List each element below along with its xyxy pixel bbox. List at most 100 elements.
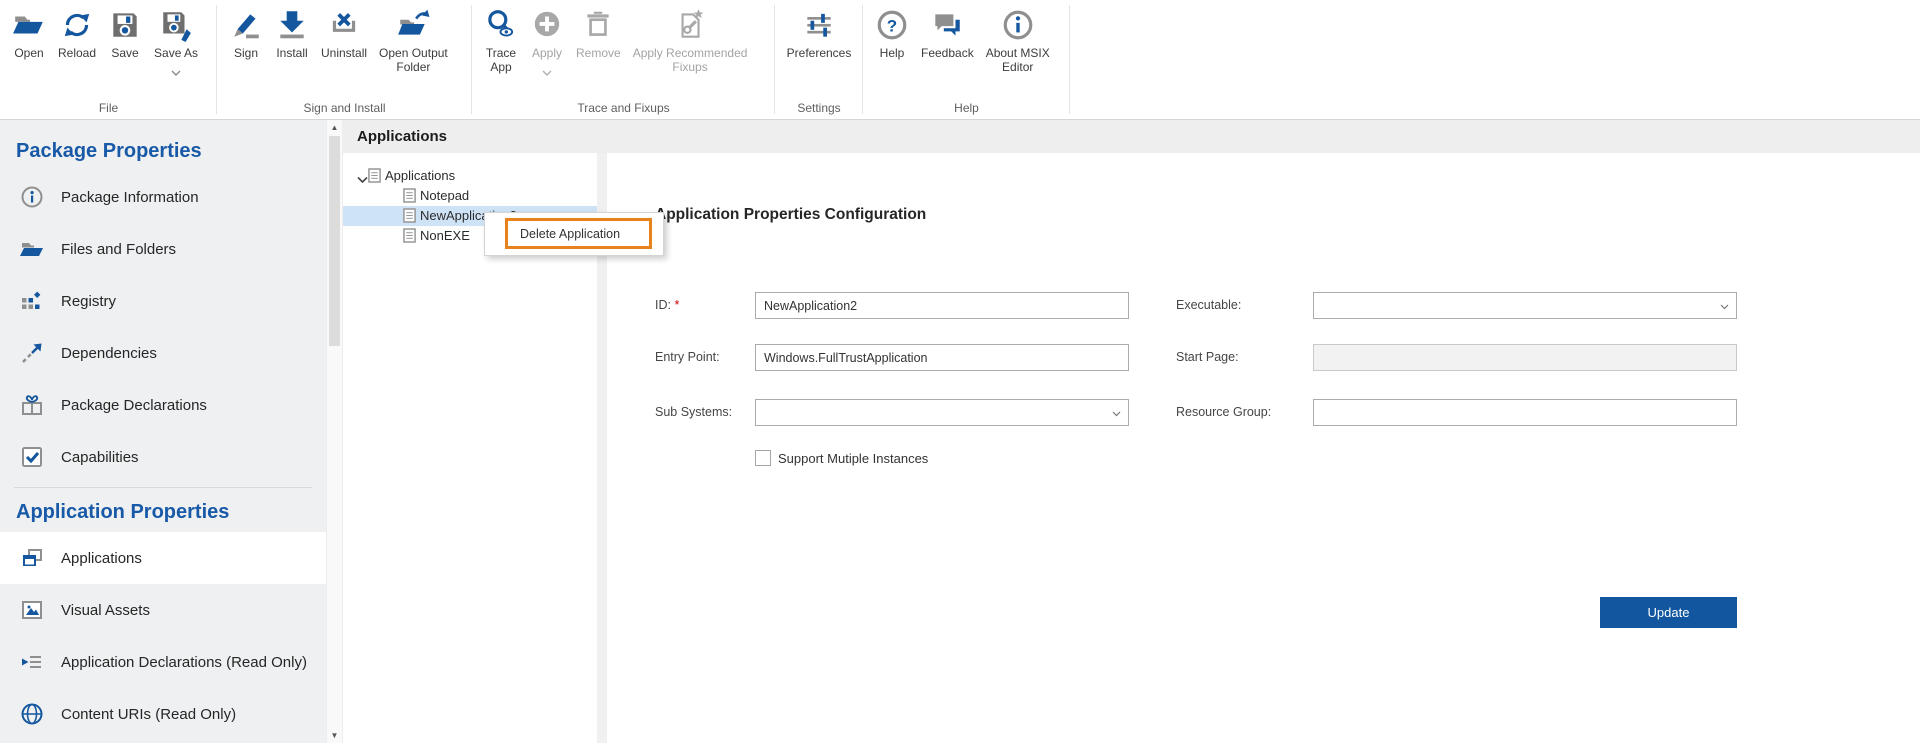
- sidebar-item-label: Content URIs (Read Only): [61, 705, 237, 723]
- sidebar-item-visual-assets[interactable]: Visual Assets: [0, 584, 326, 636]
- trace-app-button[interactable]: Trace App: [478, 7, 524, 74]
- save-as-button[interactable]: Save As: [148, 7, 204, 81]
- vertical-scrollbar[interactable]: ▲ ▼: [326, 120, 343, 743]
- save-as-icon: [159, 7, 193, 43]
- uninstall-button[interactable]: Uninstall: [315, 7, 373, 60]
- remove-icon: [581, 7, 615, 43]
- entry-point-input[interactable]: [755, 344, 1129, 371]
- feedback-button[interactable]: Feedback: [915, 7, 980, 60]
- apply-button[interactable]: Apply: [524, 7, 570, 81]
- checkbox-label: Support Mutiple Instances: [778, 450, 929, 466]
- chevron-down-icon: [171, 63, 181, 81]
- id-input[interactable]: [755, 292, 1129, 319]
- tree-node-label: Applications: [385, 168, 456, 183]
- open-icon: [12, 7, 46, 43]
- preferences-button[interactable]: Preferences: [781, 7, 858, 60]
- uninstall-icon: [327, 7, 361, 43]
- entry-point-label: Entry Point:: [655, 350, 720, 364]
- chevron-down-icon[interactable]: [357, 172, 368, 187]
- reload-button[interactable]: Reload: [52, 7, 102, 60]
- save-icon: [108, 7, 142, 43]
- scrollbar-down-arrow[interactable]: ▼: [327, 728, 342, 743]
- apply-recommended-fixups-button[interactable]: Apply Recommended Fixups: [627, 7, 754, 74]
- sidebar-item-files-and-folders[interactable]: Files and Folders: [0, 223, 326, 275]
- sign-icon: [229, 7, 263, 43]
- ribbon-group-sign-and-install: Sign Install Uninstall Open Output Folder…: [217, 0, 472, 119]
- ribbon-empty-space: [1070, 0, 1920, 119]
- application-properties-form: Application Properties Configuration ID:…: [607, 153, 1920, 743]
- resource-group-label: Resource Group:: [1176, 405, 1272, 419]
- support-multiple-instances-checkbox[interactable]: [755, 450, 771, 466]
- form-heading: Application Properties Configuration: [655, 206, 927, 223]
- executable-combobox[interactable]: [1313, 292, 1737, 319]
- scrollbar-up-arrow[interactable]: ▲: [327, 120, 342, 135]
- open-output-folder-button[interactable]: Open Output Folder: [373, 7, 454, 74]
- document-icon: [403, 188, 416, 206]
- save-button[interactable]: Save: [102, 7, 148, 60]
- sidebar-item-application-declarations[interactable]: Application Declarations (Read Only): [0, 636, 326, 688]
- ribbon-group-help: ? Help Feedback About MSIX Editor Help: [863, 0, 1070, 119]
- sidebar: Package Properties Package Information F…: [0, 120, 326, 743]
- sidebar-item-label: Package Declarations: [61, 396, 207, 414]
- document-icon: [368, 168, 381, 186]
- install-icon: [275, 7, 309, 43]
- document-icon: [403, 228, 416, 246]
- executable-label: Executable:: [1176, 298, 1242, 312]
- apply-icon: [530, 7, 564, 43]
- chevron-down-icon: [1720, 304, 1729, 310]
- ribbon-group-label-settings: Settings: [797, 101, 841, 115]
- sub-systems-label: Sub Systems:: [655, 405, 733, 419]
- sign-button[interactable]: Sign: [223, 7, 269, 60]
- id-label: ID: *: [655, 298, 680, 312]
- application-declarations-icon: [20, 650, 44, 674]
- sidebar-item-package-information[interactable]: Package Information: [0, 171, 326, 223]
- about-info-icon: [1001, 7, 1035, 43]
- resource-group-input[interactable]: [1313, 399, 1737, 426]
- sidebar-item-content-uris[interactable]: Content URIs (Read Only): [0, 688, 326, 740]
- info-icon: [20, 185, 44, 209]
- sidebar-item-package-declarations[interactable]: Package Declarations: [0, 379, 326, 431]
- sidebar-item-registry[interactable]: Registry: [0, 275, 326, 327]
- required-mark: *: [674, 298, 680, 312]
- visual-assets-icon: [20, 598, 44, 622]
- ribbon-group-file: Open Reload Save Save As File: [0, 0, 217, 119]
- sub-systems-combobox[interactable]: [755, 399, 1129, 426]
- sidebar-section-title-package-properties: Package Properties: [16, 140, 202, 162]
- ribbon-group-label-trace-and-fixups: Trace and Fixups: [577, 101, 670, 115]
- sidebar-item-capabilities[interactable]: Capabilities: [0, 431, 326, 483]
- chevron-down-icon: [542, 63, 552, 81]
- chevron-down-icon: [1112, 411, 1121, 417]
- open-output-folder-icon: [396, 7, 430, 43]
- registry-icon: [20, 289, 44, 313]
- reload-icon: [60, 7, 94, 43]
- sidebar-section-title-application-properties: Application Properties: [16, 501, 230, 523]
- ribbon: Open Reload Save Save As File Sign Insta…: [0, 0, 1920, 120]
- scrollbar-thumb[interactable]: [329, 136, 340, 346]
- globe-icon: [20, 702, 44, 726]
- help-button[interactable]: ? Help: [869, 7, 915, 60]
- tree-item-notepad[interactable]: Notepad: [343, 186, 597, 206]
- about-msix-editor-button[interactable]: About MSIX Editor: [980, 7, 1056, 74]
- capabilities-icon: [20, 445, 44, 469]
- delete-application-menu-item[interactable]: Delete Application: [505, 218, 652, 249]
- feedback-icon: [930, 7, 964, 43]
- ribbon-group-label-sign-and-install: Sign and Install: [303, 101, 386, 115]
- package-declarations-icon: [20, 393, 44, 417]
- content-header: Applications: [343, 120, 1920, 153]
- sidebar-item-label: Application Declarations (Read Only): [61, 653, 307, 671]
- open-button[interactable]: Open: [6, 7, 52, 60]
- tree-node-label: NonEXE: [420, 228, 470, 243]
- update-button[interactable]: Update: [1600, 597, 1737, 628]
- preferences-icon: [802, 7, 836, 43]
- sidebar-item-label: Registry: [61, 292, 117, 310]
- sidebar-item-applications[interactable]: Applications: [0, 532, 326, 584]
- remove-button[interactable]: Remove: [570, 7, 627, 60]
- apply-recommended-fixups-icon: [673, 7, 707, 43]
- sidebar-item-dependencies[interactable]: Dependencies: [0, 327, 326, 379]
- svg-text:?: ?: [887, 16, 897, 35]
- sidebar-item-label: Files and Folders: [61, 240, 177, 258]
- ribbon-group-label-file: File: [98, 101, 119, 115]
- start-page-input: [1313, 344, 1737, 371]
- install-button[interactable]: Install: [269, 7, 315, 60]
- tree-root-applications[interactable]: Applications: [343, 166, 597, 186]
